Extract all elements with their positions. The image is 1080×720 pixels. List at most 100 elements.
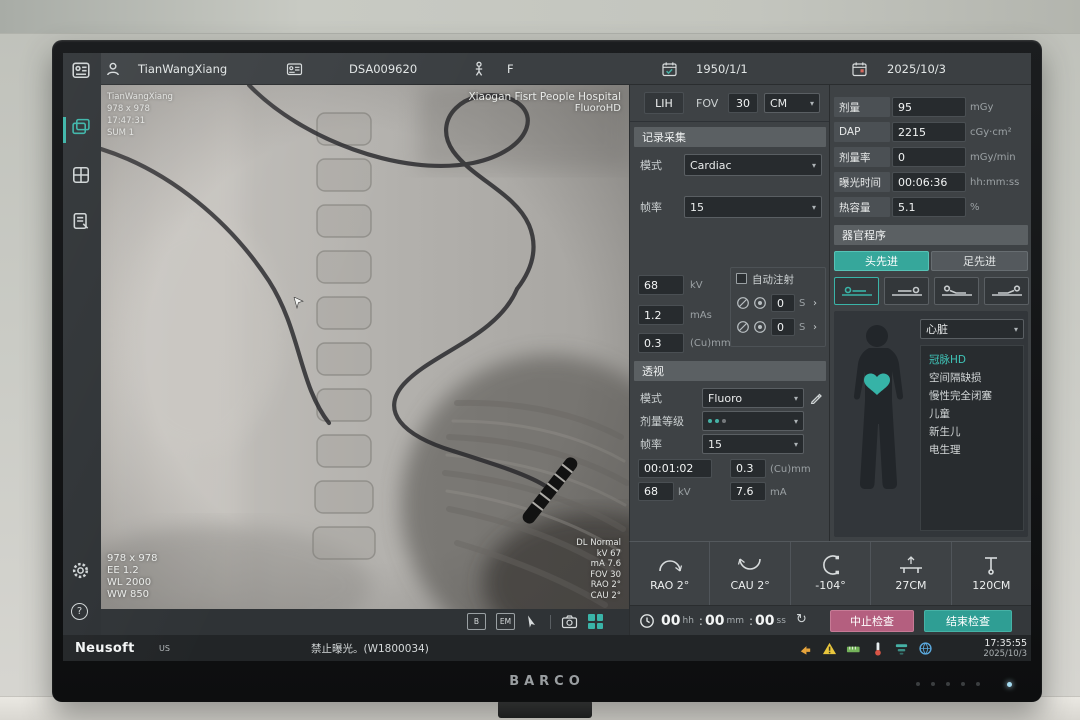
carm-angle-icon [816,555,846,575]
chevron-down-icon: ▾ [812,161,816,170]
image-overlay-top-left: TianWangXiang 978 x 978 17:47:31 SUM 1 [107,91,173,139]
chevron-down-icon: ▾ [810,99,814,108]
snapshot-icon[interactable] [561,614,578,629]
record-fps-select[interactable]: 15▾ [684,196,822,218]
patient-gender: F [507,53,514,85]
active-indicator [63,117,66,143]
organ-program-item[interactable]: 儿童 [921,405,1023,423]
organ-map-area: 心脏▾ 冠脉HD 空间隔缺损 慢性完全闭塞 儿童 新生儿 电生理 [834,311,1028,537]
fluoro-kv-value: 68 [638,482,674,501]
exam-timer-row: 00hh : 00mm : 00ss ↻ 中止检查 结束检查 [629,605,1031,635]
worklist-icon[interactable] [71,60,91,84]
heat-value: 5.1 [892,197,966,217]
sid-height-stat: 120CM [951,542,1031,605]
injector-volume-icon [753,320,767,334]
kv-value: 68 [638,275,684,295]
layout-view-icon[interactable] [588,614,603,629]
chevron-down-icon: ▾ [812,203,816,212]
position-right-button[interactable] [984,277,1029,305]
auto-inject-checkbox[interactable] [736,273,747,284]
study-id: DSA009620 [349,53,417,85]
fluoro-fps-label: 帧率 [640,434,662,454]
image-toolbar: B EM [101,609,629,635]
warning-icon[interactable] [821,640,837,656]
cursor-tool-icon[interactable] [525,614,540,629]
fluoro-mode-select[interactable]: Fluoro▾ [702,388,804,408]
organ-program-item[interactable]: 慢性完全闭塞 [921,387,1023,405]
fov-label: FOV [696,93,718,113]
abort-exam-button[interactable]: 中止检查 [830,610,914,632]
organ-select[interactable]: 心脏▾ [920,319,1024,339]
clock-display: 17:35:55 2025/10/3 [961,638,1027,659]
alert-bell-icon[interactable] [797,640,813,656]
fov-unit-select[interactable]: CM▾ [764,93,820,113]
fluoro-pen-icon[interactable] [810,391,823,404]
timer-reset-icon[interactable]: ↻ [796,612,807,627]
fluoro-section-header: 透视 [634,361,826,381]
chevron-down-icon: ▾ [794,417,798,426]
patient-name: TianWangXiang [138,53,227,85]
birth-date: 1950/1/1 [696,53,748,85]
column-height-icon [976,555,1006,575]
injector-rate-icon [736,320,750,334]
dose-level-select[interactable]: ▾ [702,411,804,431]
inject-delay-1[interactable]: 0 [771,294,795,312]
power-led [1007,682,1012,687]
dap-unit: cGy·cm² [970,122,1012,142]
monitor-stand [498,700,592,718]
fluoro-cu-unit: (Cu)mm [770,459,811,479]
fluoro-fps-select[interactable]: 15▾ [702,434,804,454]
dose-organ-panel: 剂量 95 mGy DAP 2215 cGy·cm² 剂量率 0 mGy/min… [829,85,1031,541]
position-supine-button[interactable] [834,277,879,305]
mas-unit: mAs [690,305,712,325]
screen: ? TianWangXiang DSA009620 F 1950/1/1 20 [63,53,1031,661]
head-first-button[interactable]: 头先进 [834,251,929,271]
fov-value: 30 [728,93,758,113]
inject-delay-2[interactable]: 0 [771,318,795,336]
cu-filter-unit: (Cu)mm [690,333,731,353]
room-label: LIH [644,92,684,114]
fluoro-ma-value: 7.6 [730,482,766,501]
record-mode-select[interactable]: Cardiac▾ [684,154,822,176]
dose-value: 95 [892,97,966,117]
chevron-right-icon[interactable]: › [813,317,817,337]
position-prone-button[interactable] [884,277,929,305]
layout-grid-icon[interactable] [71,165,91,189]
exposure-time-label: 曝光时间 [834,172,890,192]
report-icon[interactable] [71,211,91,235]
annotation-em-icon[interactable]: EM [496,613,515,630]
chevron-down-icon: ▾ [794,394,798,403]
table-layers-icon[interactable] [893,640,909,656]
cau-angle-stat: CAU 2° [709,542,789,605]
acquisition-panel: LIH FOV 30 CM▾ 记录采集 模式 Cardiac▾ 帧率 15▾ 6… [629,85,829,541]
annotation-b-icon[interactable]: B [467,613,486,630]
dose-unit: mGy [970,97,993,117]
end-exam-button[interactable]: 结束检查 [924,610,1012,632]
status-icons [797,640,933,656]
cu-filter-value: 0.3 [638,333,684,353]
chevron-right-icon[interactable]: › [813,293,817,313]
bed-position-icon [839,282,875,300]
position-left-button[interactable] [934,277,979,305]
cau-rotation-icon [735,555,765,575]
network-globe-icon[interactable] [917,640,933,656]
organ-program-item[interactable]: 电生理 [921,441,1023,459]
injector-rate-icon [736,296,750,310]
mas-value: 1.2 [638,305,684,325]
organ-program-item[interactable]: 空间隔缺损 [921,369,1023,387]
body-figure [838,321,916,531]
help-icon[interactable]: ? [71,603,88,620]
images-icon[interactable] [71,117,91,141]
gear-icon[interactable] [71,561,90,584]
organ-program-item[interactable]: 新生儿 [921,423,1023,441]
doserate-unit: mGy/min [970,147,1016,167]
fps-label: 帧率 [640,197,662,217]
gantry-status-bar: RAO 2° CAU 2° -104° 27CM 120CM [629,541,1031,605]
ruler-icon[interactable] [845,640,861,656]
language-indicator[interactable]: US [159,644,170,653]
feet-first-button[interactable]: 足先进 [931,251,1028,271]
organ-program-item[interactable]: 冠脉HD [921,351,1023,369]
fluoro-image[interactable]: TianWangXiang 978 x 978 17:47:31 SUM 1 X… [101,85,629,609]
ceiling [0,0,1080,34]
thermometer-icon[interactable] [869,640,885,656]
